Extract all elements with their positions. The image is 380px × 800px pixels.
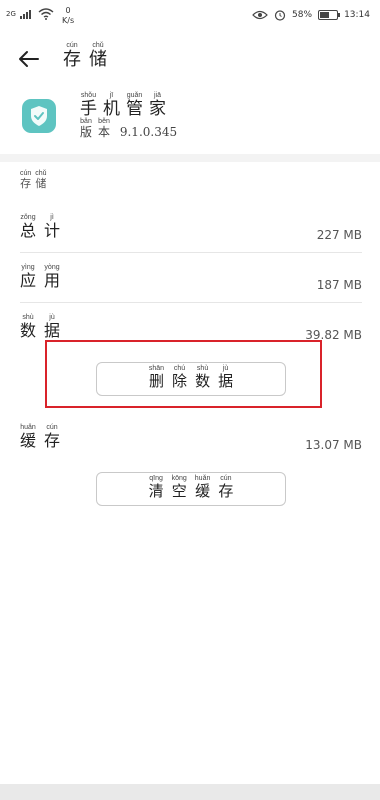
clear-cache-label: 清qīng 空kōng 缓huǎn 存cún	[149, 475, 234, 501]
pinyin: jiā	[149, 92, 166, 99]
network-type: 2G	[6, 10, 16, 18]
net-speed-value: 0	[65, 6, 71, 15]
pinyin: jì	[44, 214, 61, 221]
pinyin: jù	[44, 314, 61, 321]
hanzi-char: 用yòng	[44, 264, 61, 290]
pinyin: shǒu	[80, 92, 97, 99]
storage-section-title: 存cún储chǔ	[20, 170, 47, 191]
clear-cache-button[interactable]: 清qīng 空kōng 缓huǎn 存cún	[96, 472, 286, 506]
hanzi-char: 储chǔ	[89, 42, 107, 70]
wifi-icon	[38, 8, 54, 20]
hanzi-char: 储chǔ	[35, 170, 47, 190]
shield-check-icon	[31, 106, 47, 126]
row-value: 187 MB	[316, 278, 362, 292]
pinyin: chǔ	[89, 42, 107, 49]
hanzi-char: 手shǒu	[80, 92, 97, 119]
hanzi-char: 存cún	[218, 475, 234, 500]
row-label: 应yìng 用yòng	[20, 264, 60, 291]
bottom-bar	[0, 784, 380, 800]
status-bar: 2G 0 K/s 58% 13:14	[0, 0, 380, 34]
app-icon	[22, 99, 56, 133]
battery-percent: 58%	[292, 10, 313, 20]
arrow-left-icon	[19, 51, 39, 67]
row-value: 227 MB	[316, 228, 362, 242]
pinyin: zǒng	[20, 214, 36, 221]
header: 存cún 储chǔ	[0, 34, 380, 82]
hanzi-char: 缓huǎn	[20, 424, 37, 450]
pinyin: cún	[20, 170, 32, 177]
back-button[interactable]	[14, 44, 44, 74]
pinyin: kōng	[171, 475, 187, 482]
pinyin: guǎn	[126, 92, 143, 99]
hanzi-char: 缓huǎn	[194, 475, 211, 500]
hanzi-char: 存cún	[20, 170, 32, 190]
highlight-box	[45, 340, 322, 408]
net-speed-unit: K/s	[62, 16, 75, 25]
hanzi-char: 数shù	[20, 314, 37, 340]
row-cache: 缓huǎn 存cún 13.07 MB	[20, 424, 362, 462]
pinyin: huǎn	[194, 475, 211, 482]
hanzi-char: 管guǎn	[126, 92, 143, 119]
version-number: 9.1.0.345	[119, 125, 178, 139]
hanzi-char: 存cún	[44, 424, 61, 450]
row-label: 缓huǎn 存cún	[20, 424, 60, 451]
hanzi-char: 版bǎn	[80, 118, 93, 139]
signal-icon	[19, 10, 31, 19]
row-label: 总zǒng 计jì	[20, 214, 60, 241]
clock: 13:14	[344, 10, 370, 20]
app-info: 手shǒu 机jī 管guǎn 家jiā 版bǎn 本běn 9.1.0.345	[0, 86, 380, 154]
hanzi-char: 总zǒng	[20, 214, 37, 240]
pinyin: cún	[44, 424, 61, 431]
row-value: 13.07 MB	[305, 438, 362, 452]
net-speed: 0 K/s	[62, 6, 74, 26]
row-label: 数shù 据jù	[20, 314, 60, 341]
hanzi-char: 空kōng	[171, 475, 187, 500]
divider	[20, 252, 362, 253]
pinyin: qīng	[148, 475, 164, 482]
pinyin: shù	[20, 314, 37, 321]
app-name: 手shǒu 机jī 管guǎn 家jiā	[80, 92, 166, 119]
hanzi-char: 存cún	[63, 42, 81, 70]
eye-icon	[252, 10, 268, 20]
divider	[20, 302, 362, 303]
row-apps: 应yìng 用yòng 187 MB	[20, 264, 362, 302]
hanzi-char: 据jù	[44, 314, 61, 340]
hanzi-char: 清qīng	[148, 475, 164, 500]
alarm-icon	[274, 10, 286, 21]
pinyin: cún	[63, 42, 81, 49]
hanzi-char: 应yìng	[20, 264, 37, 290]
pinyin: jī	[103, 92, 120, 99]
pinyin: běn	[98, 118, 111, 125]
section-divider	[0, 154, 380, 162]
hanzi-char: 家jiā	[149, 92, 166, 119]
row-total: 总zǒng 计jì 227 MB	[20, 214, 362, 252]
pinyin: huǎn	[20, 424, 37, 431]
status-right: 58% 13:14	[252, 9, 370, 21]
app-version: 版bǎn 本běn 9.1.0.345	[80, 118, 177, 140]
pinyin: yòng	[44, 264, 61, 271]
hanzi-char: 机jī	[103, 92, 120, 119]
pinyin: bǎn	[80, 118, 92, 125]
page-title: 存cún 储chǔ	[63, 42, 107, 71]
pinyin: cún	[218, 475, 234, 482]
battery-icon	[318, 10, 341, 20]
pinyin: yìng	[20, 264, 37, 271]
pinyin: chǔ	[35, 170, 47, 177]
hanzi-char: 本běn	[98, 118, 111, 139]
status-left: 2G	[6, 8, 54, 20]
hanzi-char: 计jì	[44, 214, 61, 240]
